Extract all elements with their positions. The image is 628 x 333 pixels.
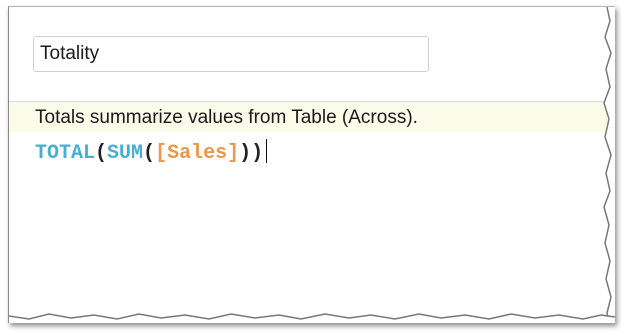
torn-edge-bottom (9, 313, 615, 323)
formula-token-field: [Sales] (155, 142, 240, 165)
calculation-editor-dialog: Totals summarize values from Table (Acro… (8, 6, 615, 323)
formula-token-sum: SUM (107, 142, 144, 165)
torn-edge-right (603, 7, 615, 323)
formula-token-total: TOTAL (35, 142, 96, 165)
formula-token-paren: ) (239, 142, 252, 165)
formula-token-paren: ( (95, 142, 108, 165)
calculation-name-input[interactable] (33, 36, 429, 72)
screenshot-canvas: Totals summarize values from Table (Acro… (0, 0, 628, 333)
text-caret (266, 139, 268, 163)
function-description: Totals summarize values from Table (Acro… (35, 107, 418, 128)
formula-editor[interactable]: TOTAL(SUM([Sales])) (35, 139, 268, 167)
formula-token-paren: ( (143, 142, 156, 165)
formula-token-paren: ) (251, 142, 264, 165)
